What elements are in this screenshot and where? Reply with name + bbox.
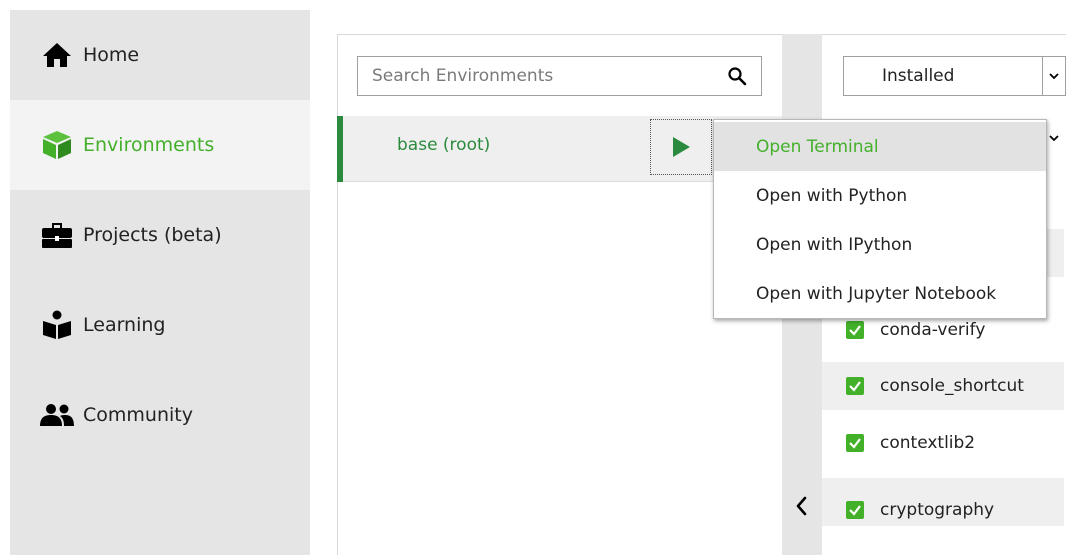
search-placeholder: Search Environments <box>372 66 554 86</box>
menu-item-label: Open Terminal <box>756 136 879 157</box>
sidebar-item-environments[interactable]: Environments <box>10 100 310 190</box>
menu-item-open-ipython[interactable]: Open with IPython <box>714 220 1046 269</box>
sidebar-item-label: Learning <box>83 314 166 336</box>
learning-icon <box>40 310 74 340</box>
sidebar-item-projects[interactable]: Projects (beta) <box>10 190 310 280</box>
menu-item-label: Open with Jupyter Notebook <box>756 283 997 304</box>
search-environments-input[interactable]: Search Environments <box>357 56 762 96</box>
package-row[interactable]: console_shortcut <box>822 362 1064 410</box>
package-name: cryptography <box>880 500 995 520</box>
package-row[interactable]: contextlib2 <box>822 419 1064 467</box>
package-name: contextlib2 <box>880 433 976 453</box>
package-name: console_shortcut <box>880 376 1024 396</box>
menu-item-open-terminal[interactable]: Open Terminal <box>714 122 1046 171</box>
chevron-left-icon[interactable] <box>792 494 812 518</box>
package-checkbox[interactable] <box>846 434 864 452</box>
context-menu: Open Terminal Open with Python Open with… <box>713 119 1047 319</box>
menu-item-label: Open with IPython <box>756 234 913 255</box>
menu-item-open-jupyter[interactable]: Open with Jupyter Notebook <box>714 269 1046 318</box>
briefcase-icon <box>40 220 74 250</box>
select-divider <box>1042 57 1043 95</box>
menu-item-label: Open with Python <box>756 185 908 206</box>
play-icon <box>673 137 690 157</box>
package-filter-select[interactable]: Installed <box>843 56 1066 96</box>
package-checkbox[interactable] <box>846 377 864 395</box>
selected-indicator <box>337 116 343 182</box>
sidebar-item-label: Home <box>83 44 140 66</box>
filter-value: Installed <box>882 66 955 86</box>
package-checkbox[interactable] <box>846 501 864 519</box>
search-icon[interactable] <box>727 66 747 86</box>
sidebar-item-label: Community <box>83 404 193 426</box>
chevron-down-icon <box>1048 67 1060 85</box>
home-icon <box>40 40 74 70</box>
play-button[interactable] <box>650 119 712 175</box>
sidebar-item-learning[interactable]: Learning <box>10 280 310 370</box>
sidebar-item-label: Projects (beta) <box>83 224 222 246</box>
package-row[interactable]: cryptography <box>822 486 1064 534</box>
menu-item-open-python[interactable]: Open with Python <box>714 171 1046 220</box>
people-icon <box>40 400 74 430</box>
sidebar-item-community[interactable]: Community <box>10 370 310 460</box>
sidebar: Home Environments Projects (beta) Learni… <box>10 10 310 555</box>
sidebar-item-label: Environments <box>83 134 215 156</box>
cube-icon <box>40 130 74 160</box>
package-name: conda-verify <box>880 320 986 340</box>
environment-name: base (root) <box>397 135 491 155</box>
chevron-down-icon[interactable] <box>1047 128 1061 148</box>
package-checkbox[interactable] <box>846 321 864 339</box>
sidebar-item-home[interactable]: Home <box>10 10 310 100</box>
